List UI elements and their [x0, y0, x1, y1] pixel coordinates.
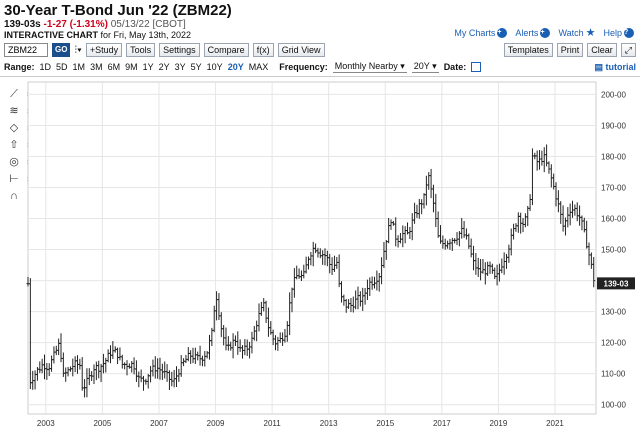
alerts-link[interactable]: Alerts + — [515, 27, 551, 38]
chart-toolbar: GO ⫶▾ +Study Tools Settings Compare f(x)… — [4, 42, 636, 58]
symbol-input[interactable] — [4, 43, 48, 57]
help-link[interactable]: Help? — [603, 27, 634, 38]
y-tick-label: 120-00 — [601, 339, 626, 348]
clear-button[interactable]: Clear — [587, 43, 617, 57]
calendar-icon[interactable] — [471, 62, 482, 72]
print-button[interactable]: Print — [556, 43, 584, 57]
range-2y[interactable]: 2Y — [159, 62, 170, 72]
x-tick-label: 2007 — [150, 419, 168, 428]
quote-date: 05/13/22 [CBOT] — [110, 19, 186, 30]
x-tick-label: 2015 — [376, 419, 394, 428]
my-charts-label: My Charts — [454, 27, 496, 38]
templates-button[interactable]: Templates — [503, 43, 553, 57]
x-tick-label: 2021 — [546, 419, 564, 428]
star-icon: ★ — [585, 27, 596, 39]
plus-icon: + — [540, 27, 551, 38]
last-price-tag-label: 139-03 — [604, 279, 629, 288]
y-tick-label: 200-00 — [601, 90, 626, 99]
fullscreen-button[interactable]: ⤢ — [620, 43, 636, 57]
interactive-for: for Fri, May 13th, 2022 — [100, 30, 192, 40]
x-tick-label: 2009 — [207, 419, 225, 428]
y-tick-label: 160-00 — [601, 215, 626, 224]
top-links: My Charts + Alerts + Watch ★ Help? — [454, 26, 634, 39]
period-select[interactable]: 20Y ▾ — [411, 61, 439, 73]
x-tick-label: 2017 — [433, 419, 451, 428]
grid-view-button[interactable]: Grid View — [277, 43, 325, 57]
range-bar: Range: 1D 5D 1M 3M 6M 9M 1Y 2Y 3Y 5Y 10Y… — [4, 60, 636, 74]
range-1d[interactable]: 1D — [40, 62, 52, 72]
x-tick-label: 2005 — [93, 419, 111, 428]
tools-button[interactable]: Tools — [126, 43, 156, 57]
price-chart[interactable]: 100-00110-00120-00130-00140-00150-00160-… — [0, 78, 640, 443]
interactive-chart-label: INTERACTIVE CHART for Fri, May 13th, 202… — [4, 30, 191, 40]
quote-line: 139-03s -1-27 (-1.31%) 05/13/22 [CBOT] — [4, 19, 186, 30]
range-6m[interactable]: 6M — [108, 62, 121, 72]
date-label: Date: — [443, 62, 467, 72]
watch-link[interactable]: Watch ★ — [558, 26, 595, 39]
frequency-label: Frequency: — [279, 62, 328, 72]
question-icon: ? — [624, 27, 634, 38]
y-tick-label: 130-00 — [601, 308, 626, 317]
x-tick-label: 2013 — [320, 419, 338, 428]
study-button[interactable]: +Study — [85, 43, 123, 57]
x-tick-label: 2003 — [37, 419, 55, 428]
help-label: Help — [603, 27, 622, 38]
tutorial-link[interactable]: ▤ tutorial — [594, 62, 636, 73]
range-1y[interactable]: 1Y — [143, 62, 154, 72]
range-9m[interactable]: 9M — [125, 62, 138, 72]
settings-button[interactable]: Settings — [159, 43, 200, 57]
interactive-label: INTERACTIVE CHART — [4, 30, 98, 40]
range-5d[interactable]: 5D — [56, 62, 68, 72]
x-tick-label: 2011 — [264, 419, 282, 428]
frequency-select[interactable]: Monthly Nearby ▾ — [332, 61, 407, 73]
range-10y[interactable]: 10Y — [207, 62, 223, 72]
y-tick-label: 100-00 — [601, 401, 626, 410]
go-button[interactable]: GO — [52, 43, 71, 57]
plus-icon: + — [497, 27, 508, 38]
price-change: -1-27 (-1.31%) — [43, 19, 108, 30]
range-max[interactable]: MAX — [249, 62, 269, 72]
range-1m[interactable]: 1M — [73, 62, 86, 72]
y-tick-label: 180-00 — [601, 152, 626, 161]
header-divider — [0, 76, 640, 77]
last-price: 139-03s — [4, 19, 41, 30]
watch-label: Watch — [558, 27, 584, 38]
range-5y[interactable]: 5Y — [191, 62, 202, 72]
page-title: 30-Year T-Bond Jun '22 (ZBM22) — [4, 2, 232, 19]
x-tick-label: 2019 — [490, 419, 508, 428]
y-tick-label: 150-00 — [601, 246, 626, 255]
range-20y[interactable]: 20Y — [228, 62, 244, 72]
alerts-label: Alerts — [515, 27, 539, 38]
tutorial-label: tutorial — [605, 61, 637, 72]
y-tick-label: 170-00 — [601, 183, 626, 192]
my-charts-link[interactable]: My Charts + — [454, 27, 508, 38]
y-tick-label: 110-00 — [601, 370, 626, 379]
range-3y[interactable]: 3Y — [175, 62, 186, 72]
period-value: 20Y — [413, 61, 430, 71]
compare-button[interactable]: Compare — [203, 43, 249, 57]
bar-type-icon[interactable]: ⫶▾ — [74, 45, 81, 56]
frequency-value: Monthly Nearby — [334, 61, 398, 71]
fx-button[interactable]: f(x) — [252, 43, 274, 57]
range-3m[interactable]: 3M — [90, 62, 103, 72]
y-tick-label: 190-00 — [601, 121, 626, 130]
range-label: Range: — [4, 62, 35, 72]
